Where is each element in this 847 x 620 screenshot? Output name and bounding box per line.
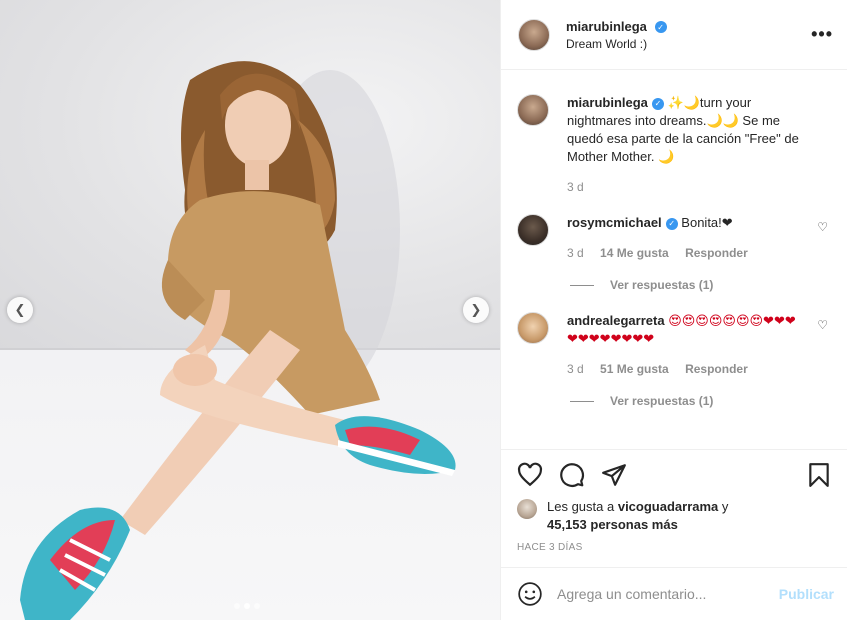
carousel-next-button[interactable]: ❯ <box>463 297 489 323</box>
post-actions: Les gusta a vicoguadarrama y 45,153 pers… <box>501 449 847 553</box>
carousel-dot <box>234 603 240 609</box>
post-caption: miarubinlega ✓ ✨🌙turn your nightmares int… <box>517 94 832 194</box>
photo-figure <box>20 61 456 620</box>
likes-prefix: Les gusta a <box>547 499 615 514</box>
bookmark-icon[interactable] <box>806 462 832 488</box>
likes-conj: y <box>721 499 729 514</box>
likes-summary: Les gusta a vicoguadarrama y 45,153 pers… <box>517 498 832 534</box>
view-replies-label: Ver respuestas (1) <box>610 394 714 408</box>
caption-username[interactable]: miarubinlega <box>567 95 648 110</box>
verified-badge-icon: ✓ <box>654 21 667 34</box>
comment-likes[interactable]: 14 Me gusta <box>600 246 669 260</box>
chevron-left-icon: ❮ <box>14 302 26 317</box>
like-heart-icon[interactable] <box>517 462 543 488</box>
post-location[interactable]: Dream World :) <box>566 37 667 51</box>
view-replies-button[interactable]: Ver respuestas (1) <box>570 278 832 292</box>
carousel-indicator <box>234 603 260 609</box>
comment-bubble-icon[interactable] <box>559 462 585 488</box>
carousel-prev-button[interactable]: ❮ <box>7 297 33 323</box>
share-send-icon[interactable] <box>601 462 627 488</box>
comment-text: Bonita!❤ <box>681 215 733 230</box>
comment-username[interactable]: andrealegarreta <box>567 313 665 328</box>
verified-badge-icon: ✓ <box>651 97 664 110</box>
emoji-smile-icon[interactable] <box>517 581 543 607</box>
liker-avatar[interactable] <box>517 499 537 519</box>
carousel-dot-active <box>244 603 250 609</box>
likes-count[interactable]: 45,153 personas más <box>547 517 678 532</box>
caption-avatar[interactable] <box>517 94 549 126</box>
post-photo[interactable]: ❮ ❯ <box>0 0 500 620</box>
comment-like-heart-icon[interactable]: ♡ <box>817 220 828 234</box>
publish-button[interactable]: Publicar <box>779 586 834 602</box>
commenter-avatar[interactable] <box>517 312 549 344</box>
comment-time[interactable]: 3 d <box>567 362 584 376</box>
caption-time[interactable]: 3 d <box>567 180 584 194</box>
post-header: miarubinlega ✓ Dream World :) ••• <box>501 0 847 70</box>
post-timestamp[interactable]: HACE 3 DÍAS <box>517 542 832 553</box>
view-replies-label: Ver respuestas (1) <box>610 278 714 292</box>
more-dots-icon[interactable]: ••• <box>811 24 833 45</box>
comment-likes[interactable]: 51 Me gusta <box>600 362 669 376</box>
liker-username[interactable]: vicoguadarrama <box>618 499 718 514</box>
view-replies-button[interactable]: Ver respuestas (1) <box>570 394 832 408</box>
comment-item: rosymcmichael ✓ Bonita!❤ 3 d 14 Me gusta … <box>517 214 832 260</box>
comment-username[interactable]: rosymcmichael <box>567 215 662 230</box>
comment-input[interactable]: Agrega un comentario... <box>557 586 779 602</box>
verified-badge-icon: ✓ <box>665 217 678 230</box>
instagram-post: ❮ ❯ miarubinlega ✓ Dream World :) ••• mi… <box>0 0 847 620</box>
comment-time[interactable]: 3 d <box>567 246 584 260</box>
post-side-panel: miarubinlega ✓ Dream World :) ••• miarub… <box>500 0 847 620</box>
author-avatar[interactable] <box>518 18 550 51</box>
carousel-dot <box>254 603 260 609</box>
comment-like-heart-icon[interactable]: ♡ <box>817 318 828 332</box>
comment-reply-button[interactable]: Responder <box>685 362 748 376</box>
add-comment-bar: Agrega un comentario... Publicar <box>501 567 847 620</box>
author-username[interactable]: miarubinlega <box>566 19 647 34</box>
replies-divider <box>570 400 594 402</box>
commenter-avatar[interactable] <box>517 214 549 246</box>
comment-reply-button[interactable]: Responder <box>685 246 748 260</box>
replies-divider <box>570 284 594 286</box>
comments-list[interactable]: miarubinlega ✓ ✨🌙turn your nightmares int… <box>501 78 847 448</box>
chevron-right-icon: ❯ <box>470 302 482 317</box>
comment-item: andrealegarreta 😍😍😍😍😍😍😍❤❤❤❤❤❤❤❤❤❤❤ 3 d 5… <box>517 312 832 376</box>
